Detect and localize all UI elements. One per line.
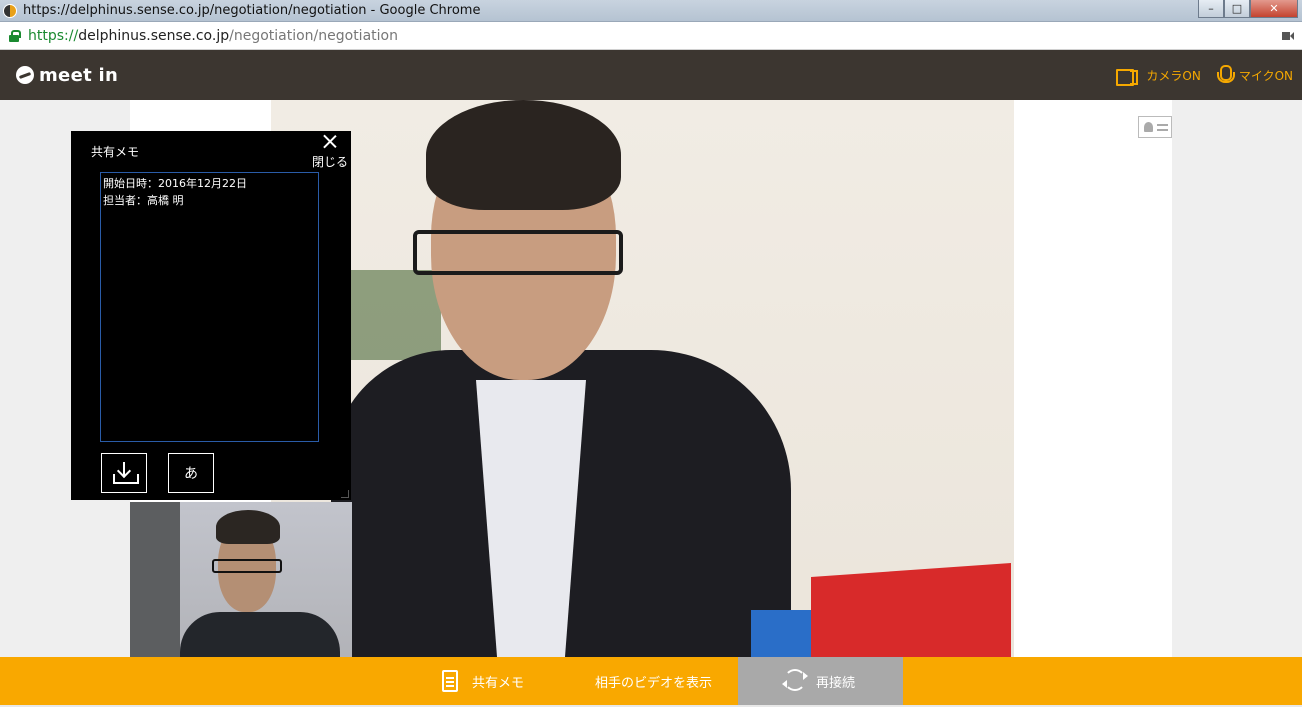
business-card-icon[interactable] bbox=[1138, 116, 1172, 138]
camera-icon bbox=[1116, 68, 1138, 86]
url-host: delphinus.sense.co.jp bbox=[78, 27, 230, 44]
close-window-button[interactable]: ✕ bbox=[1250, 0, 1298, 18]
close-icon bbox=[323, 134, 337, 148]
memo-download-button[interactable] bbox=[101, 453, 147, 493]
camera-toggle-label: カメラON bbox=[1146, 68, 1201, 83]
url-scheme: https:// bbox=[28, 27, 79, 44]
self-person-body bbox=[180, 612, 340, 657]
memo-ime-button[interactable]: あ bbox=[168, 453, 214, 493]
mic-toggle-button[interactable]: マイクON bbox=[1216, 65, 1293, 85]
memo-close-button[interactable]: 閉じる bbox=[311, 131, 351, 171]
shared-memo-panel[interactable]: 共有メモ 閉じる 開始日時：2016年12月22日 担当者：高橋 明 あ bbox=[71, 131, 351, 500]
memo-resize-handle[interactable] bbox=[341, 490, 349, 498]
self-person-hair bbox=[216, 510, 280, 544]
memo-textarea[interactable]: 開始日時：2016年12月22日 担当者：高橋 明 bbox=[100, 172, 319, 442]
header-controls: カメラON マイクON bbox=[1100, 50, 1293, 100]
background-plant bbox=[351, 270, 441, 360]
self-video[interactable] bbox=[130, 502, 352, 657]
window-controls: – □ ✕ bbox=[1198, 0, 1298, 18]
microphone-icon bbox=[1216, 65, 1235, 85]
browser-title-bar: https://delphinus.sense.co.jp/negotiatio… bbox=[0, 0, 1302, 22]
camera-in-use-icon[interactable] bbox=[1282, 31, 1294, 40]
download-icon bbox=[113, 462, 139, 484]
reconnect-button[interactable]: 再接続 bbox=[738, 657, 903, 705]
remote-person-hair bbox=[426, 100, 621, 210]
blue-box bbox=[751, 610, 811, 657]
memo-close-label: 閉じる bbox=[312, 155, 349, 169]
window-title: https://delphinus.sense.co.jp/negotiatio… bbox=[23, 3, 481, 18]
camera-toggle-button[interactable]: カメラON bbox=[1116, 67, 1201, 86]
remote-video[interactable] bbox=[271, 100, 1014, 657]
reconnect-label: 再接続 bbox=[816, 675, 856, 691]
memo-title: 共有メモ bbox=[91, 145, 140, 159]
maximize-button[interactable]: □ bbox=[1224, 0, 1250, 18]
logo-text: meet in bbox=[39, 64, 119, 86]
minimize-button[interactable]: – bbox=[1198, 0, 1224, 18]
refresh-icon bbox=[782, 669, 808, 691]
lock-icon[interactable] bbox=[9, 29, 21, 42]
url-text[interactable]: https://delphinus.sense.co.jp/negotiatio… bbox=[28, 28, 398, 44]
show-partner-video-button[interactable]: 相手のビデオを表示 bbox=[595, 657, 712, 705]
meetin-logo: meet in bbox=[16, 65, 118, 86]
show-partner-video-label: 相手のビデオを表示 bbox=[595, 675, 713, 691]
self-person-glasses bbox=[212, 559, 282, 573]
shared-memo-button[interactable]: 共有メモ bbox=[442, 657, 524, 705]
self-video-wall bbox=[130, 502, 180, 657]
site-favicon-icon bbox=[3, 3, 17, 18]
mic-toggle-label: マイクON bbox=[1238, 68, 1293, 83]
remote-person-glasses bbox=[413, 230, 623, 275]
address-bar[interactable]: https://delphinus.sense.co.jp/negotiatio… bbox=[0, 22, 1302, 50]
bottom-toolbar: 共有メモ 相手のビデオを表示 再接続 bbox=[0, 657, 1302, 705]
url-path: /negotiation/negotiation bbox=[229, 27, 398, 44]
shared-memo-button-label: 共有メモ bbox=[472, 675, 525, 691]
app-header: meet in カメラON マイクON bbox=[0, 50, 1302, 100]
logo-icon bbox=[16, 66, 34, 84]
paper-box bbox=[811, 563, 1011, 657]
memo-icon bbox=[442, 670, 458, 692]
